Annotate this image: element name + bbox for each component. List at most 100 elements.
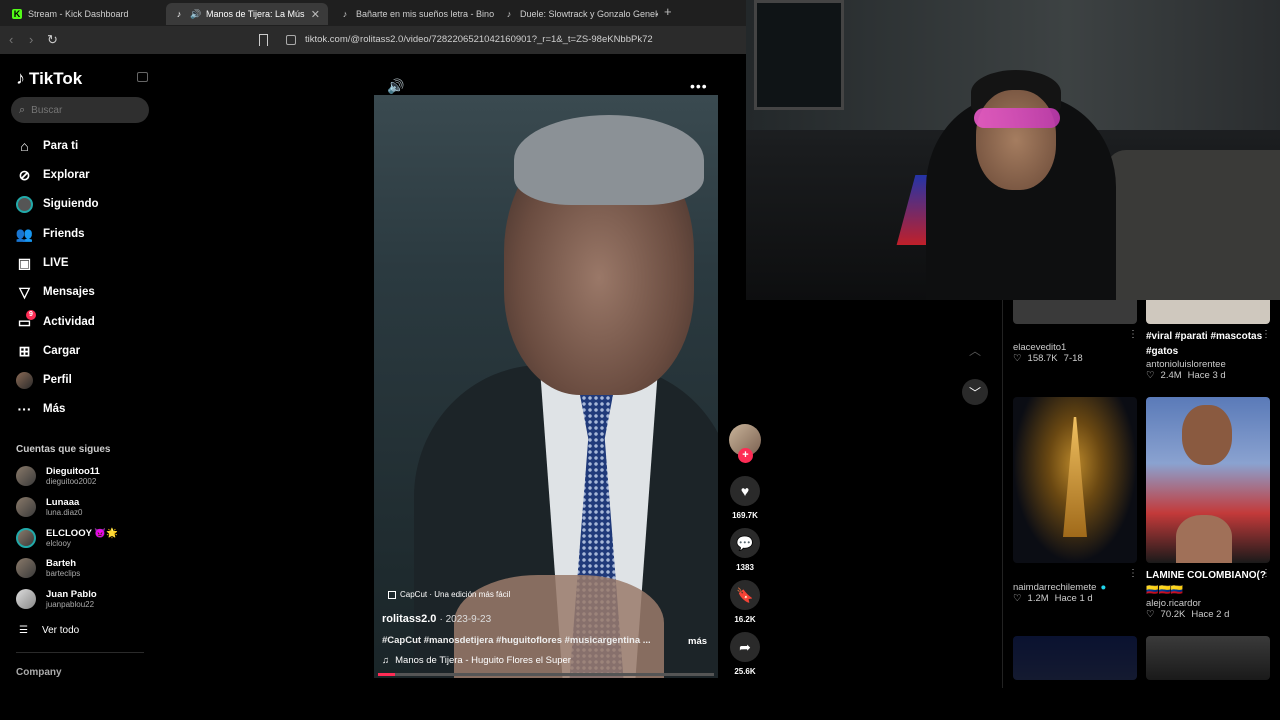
grid-video-card[interactable]: LAMINE COLOMBIANO(?🇨🇴🇨🇴🇨🇴 alejo.ricardor… bbox=[1146, 397, 1270, 620]
browser-tab-tiktok-3[interactable]: ♪ Duele: Slowtrack y Gonzalo Genek c bbox=[496, 3, 658, 25]
card-title[interactable]: #viral #parati #mascotas #gatos bbox=[1146, 329, 1264, 359]
nav-live[interactable]: ▣ LIVE bbox=[16, 253, 69, 273]
video-thumbnail[interactable] bbox=[1013, 636, 1137, 680]
music-link[interactable]: ♫ Manos de Tijera - Huguito Flores el Sup… bbox=[382, 655, 571, 666]
card-menu-icon[interactable]: ⋮ bbox=[1128, 568, 1138, 579]
card-age: Hace 3 d bbox=[1187, 370, 1226, 381]
profile-icon bbox=[16, 371, 33, 389]
upload-icon: ⊞ bbox=[18, 342, 31, 359]
see-all-link[interactable]: ☰ Ver todo bbox=[19, 625, 79, 636]
heart-outline-icon: ♡ bbox=[1146, 370, 1155, 381]
card-age: 7-18 bbox=[1063, 353, 1083, 364]
nav-perfil[interactable]: Perfil bbox=[16, 370, 72, 390]
nav-label: Perfil bbox=[43, 374, 72, 386]
avatar bbox=[16, 497, 36, 517]
following-icon bbox=[16, 195, 33, 213]
video-hashtags[interactable]: #CapCut #manosdetijera #huguitoflores #m… bbox=[382, 635, 651, 646]
reload-icon[interactable]: ↻ bbox=[47, 32, 58, 48]
share-button[interactable]: ➦ 25.6K bbox=[728, 632, 762, 676]
following-account[interactable]: Dieguitoo11 dieguitoo2002 bbox=[16, 466, 100, 486]
more-icon: ··· bbox=[17, 401, 32, 417]
compass-icon: ⊘ bbox=[18, 166, 31, 183]
previous-video-button[interactable]: ︿ bbox=[962, 337, 988, 363]
nav-label: Más bbox=[43, 403, 66, 415]
browser-tab-tiktok-2[interactable]: ♪ Bañarte en mis sueños letra - Binomi bbox=[332, 3, 494, 25]
video-thumbnail[interactable] bbox=[1013, 397, 1137, 563]
new-tab-button[interactable]: + bbox=[664, 4, 672, 19]
avatar bbox=[16, 528, 36, 548]
divider bbox=[1002, 300, 1003, 688]
card-username[interactable]: elacevedito1 bbox=[1013, 342, 1137, 353]
card-menu-icon[interactable]: ⋮ bbox=[1128, 329, 1138, 340]
save-count: 16.2K bbox=[734, 615, 756, 624]
eiffel-tower-shape bbox=[1063, 417, 1087, 537]
bookmark-icon: 🔖 bbox=[730, 580, 760, 610]
card-username[interactable]: naimdarrechilemete bbox=[1013, 582, 1096, 593]
comment-button[interactable]: 💬 1383 bbox=[728, 528, 762, 572]
avatar bbox=[16, 589, 36, 609]
browser-tab-kick[interactable]: K Stream - Kick Dashboard bbox=[4, 3, 164, 25]
browser-address-bar: ‹ › ↻ tiktok.com/@rolitass2.0/video/7282… bbox=[0, 26, 746, 54]
nav-label: LIVE bbox=[43, 257, 69, 269]
card-menu-icon[interactable]: ⋮ bbox=[1261, 329, 1271, 340]
url-field[interactable]: tiktok.com/@rolitass2.0/video/7282206521… bbox=[282, 31, 742, 49]
video-player[interactable]: CapCut · Una edición más fácil rolitass2… bbox=[374, 95, 718, 678]
nav-mas[interactable]: ··· Más bbox=[16, 399, 66, 419]
nav-cargar[interactable]: ⊞ Cargar bbox=[16, 341, 80, 361]
collapse-sidebar-icon[interactable] bbox=[137, 72, 148, 82]
tab-label: Manos de Tijera: La Música de bbox=[206, 9, 305, 19]
webcam-head bbox=[976, 90, 1056, 190]
webcam-glasses bbox=[974, 108, 1060, 128]
tiktok-logo[interactable]: ♪ TikTok bbox=[16, 68, 82, 89]
activity-icon: ▭ 9 bbox=[16, 309, 36, 331]
back-icon[interactable]: ‹ bbox=[9, 32, 13, 47]
more-options-icon[interactable]: ••• bbox=[690, 78, 708, 94]
card-user-row[interactable]: naimdarrechilemete ● bbox=[1013, 582, 1137, 593]
card-username[interactable]: alejo.ricardor bbox=[1146, 598, 1270, 609]
forward-icon[interactable]: › bbox=[29, 32, 33, 47]
author-username[interactable]: rolitass2.0 bbox=[382, 613, 436, 625]
nav-para-ti[interactable]: ⌂ Para ti bbox=[16, 136, 78, 156]
card-username[interactable]: antonioluislorentee bbox=[1146, 359, 1270, 370]
search-input[interactable] bbox=[31, 104, 132, 116]
card-menu-icon[interactable]: ⋮ bbox=[1261, 568, 1271, 579]
thumbnail-face bbox=[1182, 405, 1232, 465]
following-account[interactable]: Lunaaa luna.diaz0 bbox=[16, 497, 82, 517]
video-thumbnail[interactable] bbox=[1146, 300, 1270, 324]
browser-tab-tiktok-active[interactable]: ♪ 🔊 Manos de Tijera: La Música de ✕ bbox=[166, 3, 328, 25]
nav-actividad[interactable]: ▭ 9 Actividad bbox=[16, 309, 95, 332]
following-account[interactable]: ELCLOOY 👿🌟 elclooy bbox=[16, 528, 118, 548]
capcut-label[interactable]: CapCut · Una edición más fácil bbox=[388, 590, 510, 599]
video-thumbnail[interactable] bbox=[1013, 300, 1137, 324]
card-title[interactable]: LAMINE COLOMBIANO(?🇨🇴🇨🇴🇨🇴 bbox=[1146, 568, 1270, 598]
nav-friends[interactable]: 👥 Friends bbox=[16, 224, 85, 244]
nav-mensajes[interactable]: ▽ Mensajes bbox=[16, 282, 95, 302]
grid-video-card[interactable]: naimdarrechilemete ● ♡ 1.2M Hace 1 d bbox=[1013, 397, 1137, 604]
company-link[interactable]: Company bbox=[16, 667, 62, 678]
bookmark-icon[interactable] bbox=[259, 34, 268, 46]
following-account[interactable]: Barteh barteclips bbox=[16, 558, 80, 578]
nav-siguiendo[interactable]: Siguiendo bbox=[16, 194, 99, 214]
volume-icon[interactable]: 🔊 bbox=[387, 78, 404, 95]
following-account[interactable]: Juan Pablo juanpablou22 bbox=[16, 589, 97, 609]
like-button[interactable]: ♥ 169.7K bbox=[728, 476, 762, 520]
follow-plus-button[interactable]: + bbox=[738, 448, 753, 463]
close-icon[interactable]: ✕ bbox=[311, 8, 320, 21]
video-author[interactable]: rolitass2.0 · 2023-9-23 bbox=[382, 613, 491, 625]
grid-video-card[interactable]: elacevedito1 ♡ 158.7K 7-18 bbox=[1013, 300, 1137, 364]
video-thumbnail[interactable] bbox=[1146, 636, 1270, 680]
following-section-title: Cuentas que sigues bbox=[16, 444, 111, 455]
grid-video-card[interactable]: #viral #parati #mascotas #gatos antoniol… bbox=[1146, 300, 1270, 381]
save-button[interactable]: 🔖 16.2K bbox=[728, 580, 762, 624]
video-thumbnail[interactable] bbox=[1146, 397, 1270, 563]
more-description-link[interactable]: más bbox=[688, 636, 707, 647]
tiktok-icon: ♪ bbox=[176, 9, 182, 19]
next-video-button[interactable]: ﹀ bbox=[962, 379, 988, 405]
search-box[interactable]: ⌕ bbox=[11, 97, 149, 123]
heart-outline-icon: ♡ bbox=[1013, 593, 1022, 604]
search-icon: ⌕ bbox=[19, 103, 26, 116]
nav-explorar[interactable]: ⊘ Explorar bbox=[16, 165, 90, 185]
capcut-text: CapCut · Una edición más fácil bbox=[400, 590, 511, 599]
video-progress-bar[interactable] bbox=[378, 673, 714, 676]
divider bbox=[16, 652, 144, 653]
